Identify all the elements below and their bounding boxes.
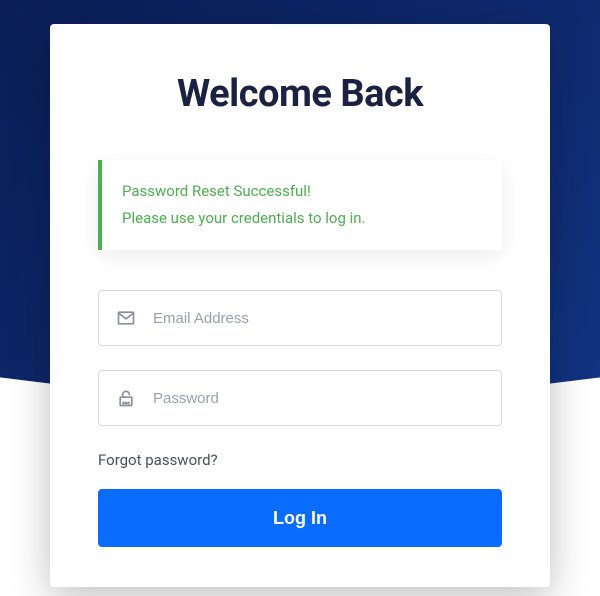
alert-line-1: Password Reset Successful! [122, 178, 482, 205]
alert-line-2: Please use your credentials to log in. [122, 205, 482, 232]
password-input-wrap [98, 370, 502, 426]
login-card: Welcome Back Password Reset Successful! … [50, 24, 550, 587]
page-title: Welcome Back [98, 72, 502, 116]
email-input-wrap [98, 290, 502, 346]
email-icon [116, 308, 136, 328]
forgot-password-link[interactable]: Forgot password? [98, 451, 218, 469]
email-field[interactable] [98, 290, 502, 346]
success-alert: Password Reset Successful! Please use yo… [98, 160, 502, 250]
password-field[interactable] [98, 370, 502, 426]
lock-icon [116, 388, 136, 408]
login-button[interactable]: Log In [98, 489, 502, 547]
